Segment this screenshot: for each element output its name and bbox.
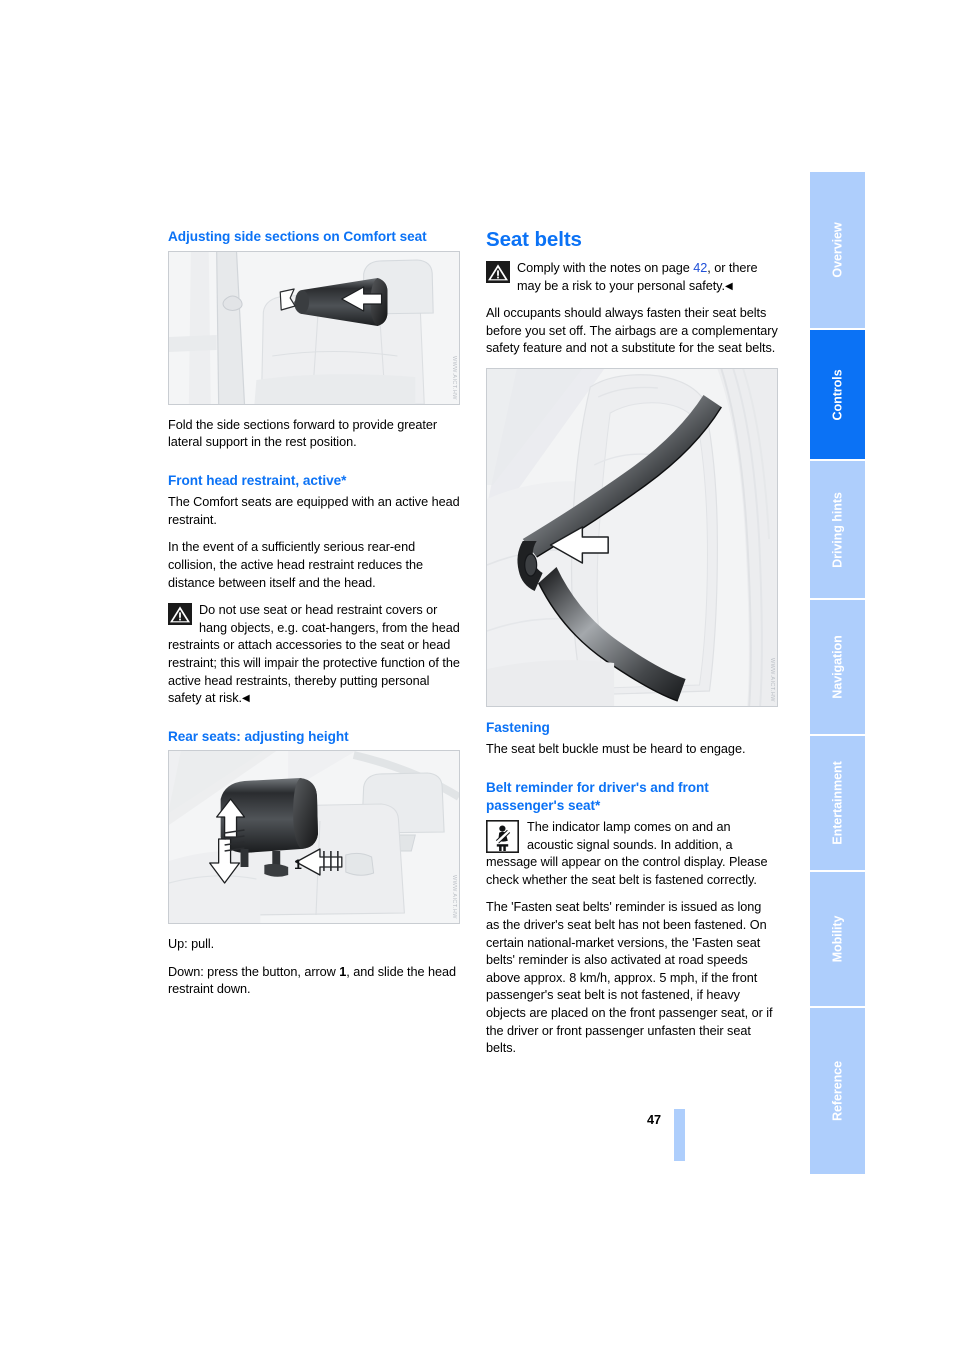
left-column: Adjusting side sections on Comfort seat — [168, 228, 460, 1009]
paragraph-fastening: The seat belt buckle must be heard to en… — [486, 742, 746, 757]
warning-note-seat-belts-text: Comply with the notes on page 42, or the… — [517, 261, 758, 293]
tab-controls[interactable]: Controls — [810, 330, 865, 461]
paragraph-side-sections: Fold the side sections forward to provid… — [168, 417, 438, 450]
tab-entertainment[interactable]: Entertainment — [810, 736, 865, 872]
paragraph-head-restraint-1: The Comfort seats are equipped with an a… — [168, 495, 460, 527]
seat-belt-reminder-lamp-icon — [486, 820, 519, 854]
tab-driving-hints-label: Driving hints — [830, 491, 845, 568]
heading-adjusting-side-sections: Adjusting side sections on Comfort seat — [168, 229, 427, 244]
tab-controls-label: Controls — [830, 369, 845, 420]
end-of-note-marker: ◀ — [242, 693, 250, 705]
page-number-bar — [674, 1109, 685, 1161]
tab-navigation-label: Navigation — [830, 635, 845, 699]
warning-note-head-restraint-text: Do not use seat or head restraint covers… — [168, 603, 460, 706]
figure-watermark: WWW.AICT.HW — [451, 355, 457, 400]
note-belt-reminder-text: The indicator lamp comes on and an acous… — [486, 820, 768, 887]
tab-overview[interactable]: Overview — [810, 172, 865, 330]
warning-note-head-restraint: Do not use seat or head restraint covers… — [168, 602, 460, 708]
comfort-seat-side-sections-illustration: WWW.AICT.HW — [168, 250, 460, 405]
manual-page: Adjusting side sections on Comfort seat — [0, 0, 954, 1351]
tab-mobility-label: Mobility — [830, 915, 845, 963]
tab-reference[interactable]: Reference — [810, 1008, 865, 1174]
heading-fastening: Fastening — [486, 719, 550, 735]
tab-reference-label: Reference — [830, 1060, 845, 1122]
warning-triangle-icon — [486, 261, 510, 283]
tab-overview-label: Overview — [830, 222, 845, 278]
paragraph-up-pull: Up: pull. — [168, 937, 215, 952]
paragraph-down-press: Down: press the button, arrow 1, and sli… — [168, 964, 460, 999]
tab-mobility[interactable]: Mobility — [810, 872, 865, 1008]
tab-navigation[interactable]: Navigation — [810, 600, 865, 736]
warning-text-prefix: Comply with the notes on page — [517, 261, 694, 275]
chapter-tab-rail: Overview Controls Driving hints Navigati… — [810, 172, 865, 1174]
warning-note-seat-belts: Comply with the notes on page 42, or the… — [486, 260, 778, 295]
svg-text:1: 1 — [294, 856, 302, 872]
paragraph-down-text-1: Down: press the button, arrow — [168, 964, 340, 979]
figure-watermark: WWW.AICT.HW — [769, 658, 775, 702]
heading-belt-reminder: Belt reminder for driver's and front pas… — [486, 780, 709, 813]
page-title: Seat belts — [486, 228, 582, 251]
paragraph-head-restraint-2: In the event of a sufficiently serious r… — [168, 540, 424, 590]
page-reference-link[interactable]: 42 — [693, 261, 707, 275]
warning-triangle-icon — [168, 603, 192, 626]
paragraph-fasten-seat-belts-reminder: The 'Fasten seat belts' reminder is issu… — [486, 900, 773, 1056]
right-column: Seat belts Comply with the notes on page… — [486, 228, 778, 1068]
heading-front-head-restraint: Front head restraint, active* — [168, 472, 347, 488]
page-number: 47 — [647, 1113, 662, 1127]
heading-rear-seats-adjusting-height: Rear seats: adjusting height — [168, 728, 349, 744]
paragraph-all-occupants: All occupants should always fasten their… — [486, 306, 778, 356]
tab-entertainment-label: Entertainment — [830, 761, 845, 845]
rear-seat-head-restraint-illustration: 1 WWW.AICT.HW — [168, 750, 460, 925]
seat-belt-fastening-illustration: WWW.AICT.HW — [486, 367, 778, 707]
note-belt-reminder: The indicator lamp comes on and an acous… — [486, 819, 778, 889]
end-of-note-marker: ◀ — [725, 280, 733, 292]
figure-watermark: WWW.AICT.HW — [451, 875, 457, 920]
tab-driving-hints[interactable]: Driving hints — [810, 461, 865, 600]
